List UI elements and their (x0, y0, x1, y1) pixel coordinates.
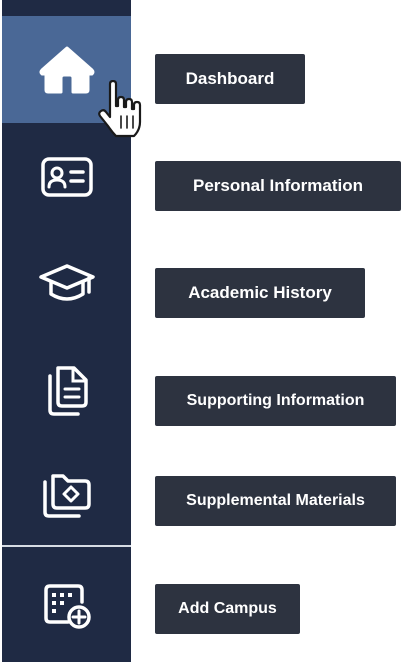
tooltip-add-campus: Add Campus (155, 584, 300, 634)
tooltip-supporting-information: Supporting Information (155, 376, 396, 426)
calendar-add-icon (40, 578, 94, 632)
sidebar-item-supporting-information[interactable] (2, 337, 131, 442)
home-icon (38, 44, 96, 96)
sidebar-item-academic-history[interactable] (2, 230, 131, 337)
sidebar-item-supplemental-materials[interactable] (2, 442, 131, 545)
documents-icon (42, 362, 92, 418)
tooltip-academic-history: Academic History (155, 268, 365, 318)
id-card-icon (39, 155, 95, 199)
sidebar-top (2, 0, 131, 16)
sidebar-item-add-campus[interactable] (2, 547, 131, 662)
folder-diamond-icon (39, 468, 95, 520)
tooltip-dashboard: Dashboard (155, 54, 305, 104)
tooltip-personal-information: Personal Information (155, 161, 401, 211)
tooltip-supplemental-materials: Supplemental Materials (155, 476, 396, 526)
graduation-cap-icon (37, 260, 97, 308)
hand-pointer-icon (96, 79, 146, 142)
app-root: Dashboard Personal Information Academic … (0, 0, 402, 662)
